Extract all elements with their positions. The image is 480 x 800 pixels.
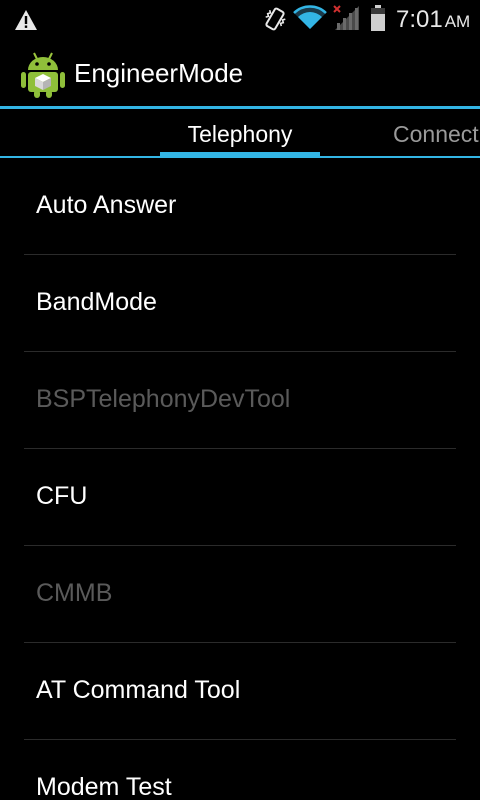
list-item-modem-test[interactable]: Modem Test bbox=[24, 740, 456, 800]
status-bar: 7:01 AM bbox=[0, 0, 480, 38]
list-item-cfu[interactable]: CFU bbox=[24, 449, 456, 546]
list-item-label: AT Command Tool bbox=[36, 676, 241, 704]
status-clock: 7:01 AM bbox=[396, 6, 470, 34]
warning-icon bbox=[15, 10, 37, 30]
action-bar: EngineerMode bbox=[0, 38, 480, 108]
list-item-auto-answer[interactable]: Auto Answer bbox=[24, 158, 456, 255]
list-item-label: BandMode bbox=[36, 288, 157, 316]
list-item-label: CMMB bbox=[36, 579, 113, 607]
battery-icon bbox=[371, 5, 385, 31]
list-item-label: Auto Answer bbox=[36, 191, 177, 219]
list-item-label: BSPTelephonyDevTool bbox=[36, 385, 291, 413]
tab-strip: Telephony Connectivity bbox=[0, 109, 480, 158]
list-item-bandmode[interactable]: BandMode bbox=[24, 255, 456, 352]
list-item-cmmb: CMMB bbox=[24, 546, 456, 643]
list-item-bsptelephonydevtool: BSPTelephonyDevTool bbox=[24, 352, 456, 449]
list-item-at-command-tool[interactable]: AT Command Tool bbox=[24, 643, 456, 740]
wifi-icon bbox=[293, 5, 327, 29]
tab-connectivity[interactable]: Connectivity bbox=[393, 119, 480, 149]
clock-time: 7:01 bbox=[396, 6, 443, 33]
list-item-label: CFU bbox=[36, 482, 88, 510]
app-title: EngineerMode bbox=[74, 58, 244, 88]
signal-icon bbox=[333, 5, 359, 30]
feature-list: Auto Answer BandMode BSPTelephonyDevTool… bbox=[0, 158, 480, 800]
vibrate-icon bbox=[265, 7, 286, 31]
clock-ampm: AM bbox=[444, 12, 471, 31]
list-item-label: Modem Test bbox=[36, 773, 172, 800]
android-app-icon[interactable] bbox=[20, 50, 66, 98]
tab-telephony[interactable]: Telephony bbox=[160, 119, 320, 149]
